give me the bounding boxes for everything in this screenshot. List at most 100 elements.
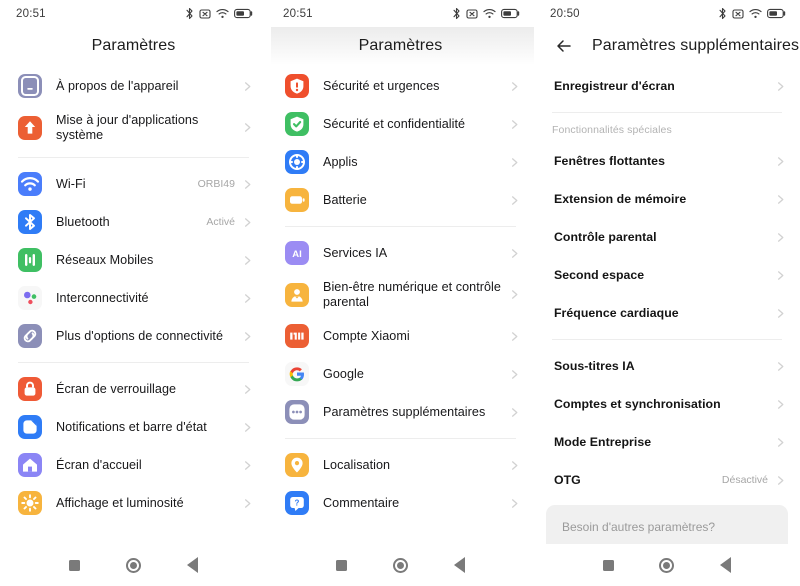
settings-row[interactable]: Sécurité et urgences: [267, 67, 534, 105]
svg-text:AI: AI: [292, 249, 302, 260]
settings-row-label: Sous-titres IA: [554, 358, 635, 373]
settings-row[interactable]: Google: [267, 355, 534, 393]
settings-row[interactable]: Localisation: [267, 446, 534, 484]
settings-list: Enregistreur d'écran Fonctionnalités spéc…: [534, 65, 800, 544]
phone-screen-settings-main-bottom: 20:51 Paramètres Sécurité et urgences Sécur…: [267, 0, 534, 586]
settings-row[interactable]: Bluetooth Activé: [0, 203, 267, 241]
settings-row[interactable]: ? Commentaire: [267, 484, 534, 522]
more-settings-hint[interactable]: Besoin d'autres paramètres?: [546, 505, 788, 544]
status-icons: [452, 7, 520, 20]
settings-row[interactable]: Sous-titres IA: [534, 347, 800, 385]
settings-row[interactable]: Mode Entreprise: [534, 423, 800, 461]
settings-row[interactable]: Compte Xiaomi: [267, 317, 534, 355]
chevron-right-icon: [242, 179, 253, 190]
settings-row[interactable]: AI Services IA: [267, 234, 534, 272]
settings-row-label: Fréquence cardiaque: [554, 305, 679, 320]
settings-row[interactable]: Écran d'accueil: [0, 446, 267, 484]
settings-row-label: Commentaire: [323, 495, 400, 510]
settings-row-label: Plus d'options de connectivité: [56, 328, 224, 343]
settings-row[interactable]: Contrôle parental: [534, 218, 800, 256]
battery-icon: [501, 8, 520, 19]
recents-button[interactable]: [602, 559, 614, 571]
settings-row[interactable]: Sécurité et confidentialité: [267, 105, 534, 143]
chevron-right-icon: [775, 399, 786, 410]
bluetooth-icon: [718, 7, 727, 20]
system-navigation-bar: [267, 544, 534, 586]
recents-button[interactable]: [69, 559, 80, 571]
chevron-right-icon: [509, 157, 520, 168]
chevron-right-icon: [242, 81, 253, 92]
settings-row-label: Sécurité et urgences: [323, 78, 440, 93]
settings-list: Sécurité et urgences Sécurité et confiden…: [267, 65, 534, 544]
settings-row[interactable]: Écran de verrouillage: [0, 370, 267, 408]
title-bar: Paramètres: [267, 27, 534, 65]
back-button[interactable]: [187, 557, 198, 573]
settings-row[interactable]: Fenêtres flottantes: [534, 142, 800, 180]
chevron-right-icon: [242, 293, 253, 304]
back-button[interactable]: [720, 557, 732, 573]
wifi-icon: [483, 8, 496, 19]
settings-row[interactable]: Bien-être numérique et contrôle parental: [267, 272, 534, 317]
status-bar: 20:50: [534, 0, 800, 27]
brightness-icon: [18, 491, 42, 515]
settings-row-label: OTG: [554, 472, 581, 487]
chevron-right-icon: [242, 217, 253, 228]
chevron-right-icon: [775, 194, 786, 205]
home-button[interactable]: [659, 557, 675, 573]
mute-icon: [732, 8, 744, 20]
settings-row[interactable]: Batterie: [267, 181, 534, 219]
chevron-right-icon: [509, 407, 520, 418]
settings-row-label: Affichage et luminosité: [56, 495, 184, 510]
recents-button[interactable]: [336, 559, 347, 571]
list-divider: [552, 112, 782, 113]
settings-row[interactable]: Interconnectivité: [0, 279, 267, 317]
status-icons: [718, 7, 786, 20]
settings-row[interactable]: Extension de mémoire: [534, 180, 800, 218]
settings-row[interactable]: Mise à jour d'applications système: [0, 105, 267, 150]
apps-icon: [285, 150, 309, 174]
location-icon: [285, 453, 309, 477]
home-button[interactable]: [393, 557, 408, 573]
list-divider: [18, 362, 249, 363]
settings-row[interactable]: OTG Désactivé: [534, 461, 800, 499]
settings-row[interactable]: Second espace: [534, 256, 800, 294]
settings-row[interactable]: Plus d'options de connectivité: [0, 317, 267, 355]
settings-row-label: Second espace: [554, 267, 645, 282]
phone-screen-settings-main-top: 20:51 Paramètres À propos de l'appareil Mis…: [0, 0, 267, 586]
bluetooth-icon: [185, 7, 194, 20]
wifi-icon: [749, 8, 762, 19]
settings-row-label: Applis: [323, 154, 358, 169]
lock-screen-icon: [18, 377, 42, 401]
interconnect-icon: [18, 286, 42, 310]
chevron-right-icon: [509, 369, 520, 380]
settings-row[interactable]: Applis: [267, 143, 534, 181]
chevron-right-icon: [509, 81, 520, 92]
settings-row[interactable]: À propos de l'appareil: [0, 67, 267, 105]
settings-row-value: Désactivé: [721, 474, 768, 486]
home-button[interactable]: [126, 557, 141, 573]
settings-row-label: Comptes et synchronisation: [554, 396, 721, 411]
settings-row[interactable]: Enregistreur d'écran: [534, 67, 800, 105]
settings-row[interactable]: Fréquence cardiaque: [534, 294, 800, 332]
phone-screen-additional-settings: 20:50 Paramètres supplémentaires Enregistr…: [534, 0, 800, 586]
chevron-right-icon: [242, 122, 253, 133]
settings-row[interactable]: Paramètres supplémentaires: [267, 393, 534, 431]
settings-row[interactable]: Réseaux Mobiles: [0, 241, 267, 279]
settings-row-label: Mise à jour d'applications système: [56, 112, 199, 142]
settings-row[interactable]: Notifications et barre d'état: [0, 408, 267, 446]
mute-icon: [466, 8, 478, 20]
section-header: Fonctionnalités spéciales: [552, 124, 672, 136]
status-clock: 20:50: [550, 7, 580, 20]
back-arrow-icon[interactable]: [554, 36, 574, 56]
digital-wellbeing-icon: [285, 282, 309, 307]
settings-row[interactable]: Comptes et synchronisation: [534, 385, 800, 423]
list-divider: [285, 226, 516, 227]
notifications-icon: [18, 415, 42, 439]
settings-row[interactable]: Wi-Fi ORBI49: [0, 165, 267, 203]
settings-row-label: Localisation: [323, 457, 391, 472]
chevron-right-icon: [242, 460, 253, 471]
back-button[interactable]: [454, 557, 465, 573]
chevron-right-icon: [775, 81, 786, 92]
settings-row-label: Écran de verrouillage: [56, 381, 177, 396]
settings-row[interactable]: Affichage et luminosité: [0, 484, 267, 522]
